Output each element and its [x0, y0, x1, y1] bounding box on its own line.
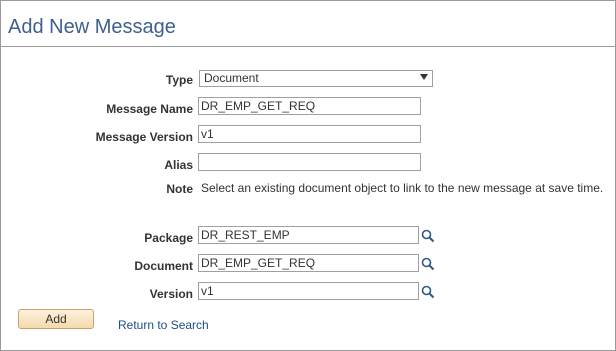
message-version-label: Message Version	[95, 130, 193, 144]
alias-field[interactable]	[198, 153, 421, 171]
package-field[interactable]	[198, 226, 419, 244]
type-select[interactable]: Document	[199, 70, 433, 87]
message-name-label: Message Name	[106, 102, 193, 116]
package-label: Package	[144, 231, 193, 245]
chevron-down-icon	[420, 74, 428, 80]
document-label: Document	[134, 259, 193, 273]
title-divider	[1, 46, 615, 47]
alias-label: Alias	[164, 158, 193, 172]
page-frame: Add New Message Type Document Message Na…	[0, 0, 616, 351]
magnifier-icon[interactable]	[421, 285, 435, 299]
note-label: Note	[166, 182, 193, 196]
add-button[interactable]: Add	[18, 309, 94, 329]
magnifier-icon[interactable]	[421, 257, 435, 271]
type-label: Type	[165, 73, 193, 87]
page-title: Add New Message	[8, 16, 176, 38]
note-text: Select an existing document object to li…	[201, 181, 604, 195]
type-select-value: Document	[204, 71, 259, 85]
message-version-field[interactable]	[198, 125, 421, 143]
document-field[interactable]	[198, 254, 419, 272]
version-field[interactable]	[198, 282, 419, 300]
return-to-search-link[interactable]: Return to Search	[118, 318, 209, 332]
magnifier-icon[interactable]	[421, 229, 435, 243]
message-name-field[interactable]	[198, 97, 421, 115]
version-label: Version	[149, 287, 193, 301]
